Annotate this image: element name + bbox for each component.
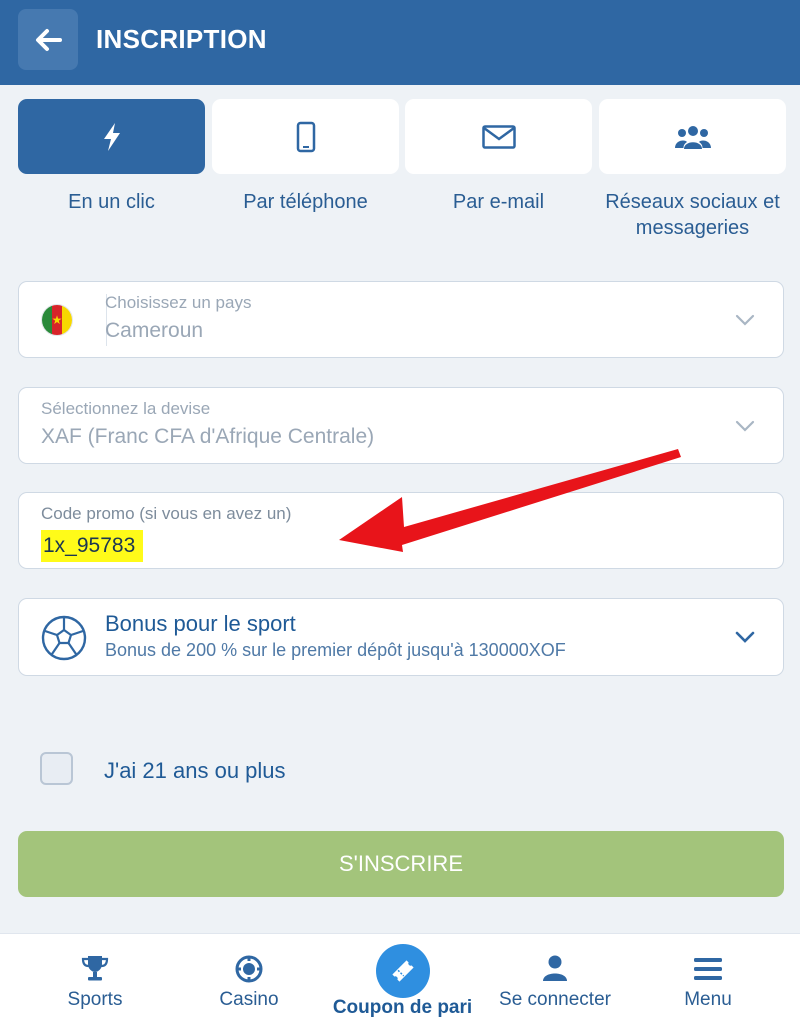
lightning-icon xyxy=(103,122,120,151)
promo-code-field[interactable]: Code promo (si vous en avez un) 1x_95783 xyxy=(18,492,784,569)
register-button[interactable]: S'INSCRIRE xyxy=(18,831,784,897)
country-value: Cameroun xyxy=(105,319,204,342)
chevron-down-icon xyxy=(735,631,755,643)
promo-label: Code promo (si vous en avez un) xyxy=(41,504,292,523)
users-icon xyxy=(674,125,711,149)
bonus-select[interactable]: Bonus pour le sport Bonus de 200 % sur l… xyxy=(18,598,784,676)
phone-icon xyxy=(296,121,315,152)
currency-value: XAF (Franc CFA d'Afrique Centrale) xyxy=(41,425,375,448)
bonus-subtitle: Bonus de 200 % sur le premier dépôt jusq… xyxy=(105,640,566,660)
chevron-down-icon xyxy=(735,314,755,326)
promo-code-input[interactable]: 1x_95783 xyxy=(41,530,144,562)
cameroon-flag-icon: ★ xyxy=(41,304,73,336)
tab-label: Par e-mail xyxy=(452,191,545,213)
bonus-title: Bonus pour le sport xyxy=(105,611,296,636)
nav-label: Sports xyxy=(67,989,123,1010)
tab-label: En un clic xyxy=(68,191,155,213)
trophy-icon xyxy=(81,956,109,981)
coupon-circle xyxy=(375,944,430,998)
country-label: Choisissez un pays xyxy=(105,293,252,312)
tab-label: Par téléphone xyxy=(243,191,368,213)
age-checkbox-label: J'ai 21 ans ou plus xyxy=(104,758,286,783)
casino-chip-icon xyxy=(235,955,263,983)
nav-label: Coupon de pari xyxy=(332,997,473,1018)
bottom-navigation: Sports Casino Coupon de pari Se connecte… xyxy=(0,933,800,1025)
tab-phone[interactable]: Par téléphone xyxy=(212,99,399,215)
currency-select[interactable]: Sélectionnez la devise XAF (Franc CFA d'… xyxy=(18,387,784,464)
age-checkbox[interactable] xyxy=(40,752,73,785)
nav-bet-slip[interactable]: Coupon de pari xyxy=(332,934,473,1025)
country-select[interactable]: ★ Choisissez un pays Cameroun xyxy=(18,281,784,358)
registration-method-tabs: En un clic Par téléphone Par e-mail Rése… xyxy=(0,99,800,249)
nav-menu[interactable]: Menu xyxy=(660,934,756,1025)
nav-label: Menu xyxy=(684,989,732,1010)
tab-social[interactable]: Réseaux sociaux et messageries xyxy=(599,99,786,241)
app-header: INSCRIPTION xyxy=(0,0,800,85)
tab-label: Réseaux sociaux et messageries xyxy=(605,191,780,239)
tab-email[interactable]: Par e-mail xyxy=(405,99,592,215)
tab-one-click[interactable]: En un clic xyxy=(18,99,205,215)
soccer-ball-icon xyxy=(41,615,87,661)
nav-label: Casino xyxy=(219,989,279,1010)
nav-casino[interactable]: Casino xyxy=(194,934,304,1025)
nav-sports[interactable]: Sports xyxy=(40,934,150,1025)
chevron-down-icon xyxy=(735,420,755,432)
arrow-left-icon xyxy=(36,28,62,51)
page-title: INSCRIPTION xyxy=(96,24,267,54)
envelope-icon xyxy=(481,124,516,149)
user-icon xyxy=(543,955,567,981)
nav-login[interactable]: Se connecter xyxy=(490,934,620,1025)
back-button[interactable] xyxy=(18,9,78,70)
hamburger-icon xyxy=(694,958,722,980)
ticket-icon xyxy=(391,960,414,982)
currency-label: Sélectionnez la devise xyxy=(41,399,211,418)
nav-label: Se connecter xyxy=(499,989,611,1010)
